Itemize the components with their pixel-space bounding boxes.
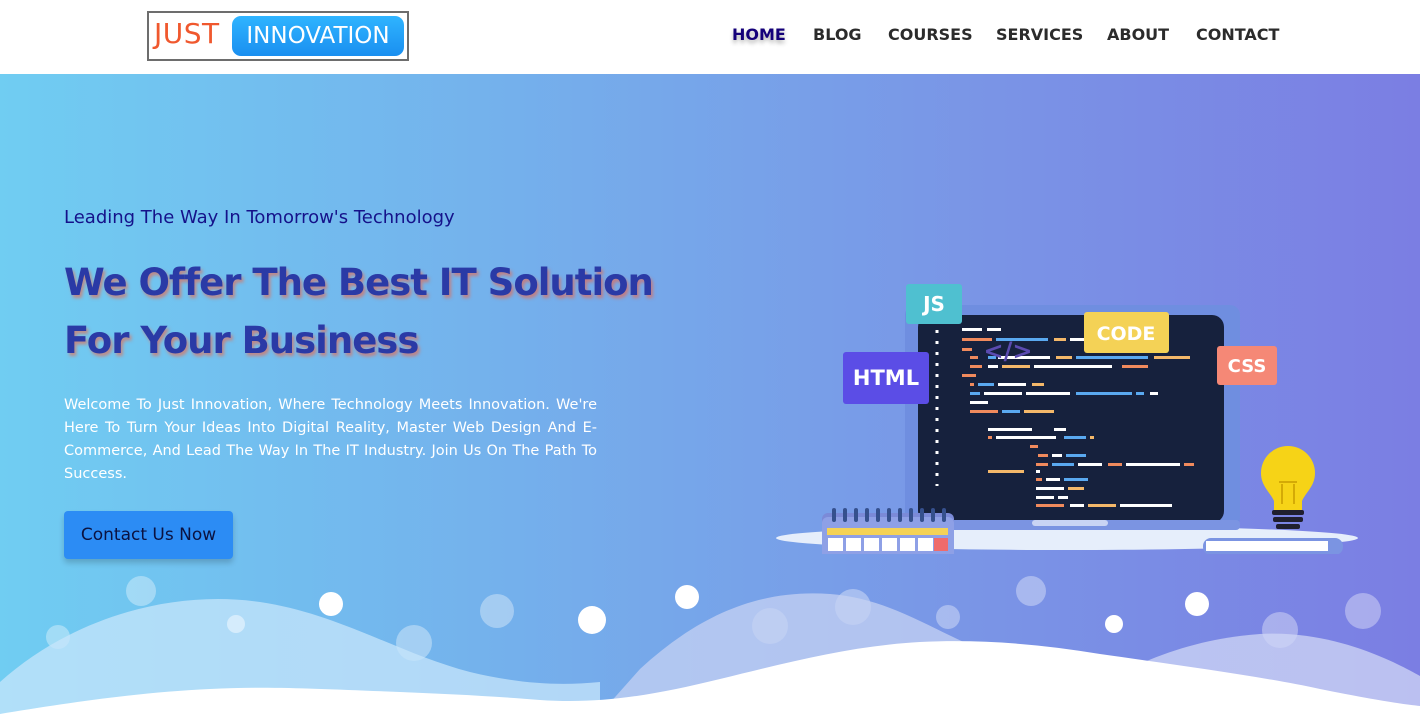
code-tag: CODE [1084,312,1169,353]
code-symbol-text: </> [984,337,1033,365]
logo-innovation-text: INNOVATION [246,23,390,49]
hero-headline: We Offer The Best IT Solution For Your B… [64,254,684,370]
coding-illustration: JS HTML </> CODE CSS [776,284,1358,554]
nav-blog[interactable]: BLOG [813,25,862,44]
hero-headline-line1: We Offer The Best IT Solution [64,261,654,304]
hero-eyebrow: Leading The Way In Tomorrow's Technology [64,207,455,228]
nav-about[interactable]: ABOUT [1107,25,1169,44]
calendar-icon [822,508,954,554]
nav-services[interactable]: SERVICES [996,25,1083,44]
css-tag: CSS [1217,346,1277,385]
js-tag-label: JS [921,292,945,316]
nav-courses[interactable]: COURSES [888,25,973,44]
laptop-notch [1032,520,1108,526]
hero-waves-decoration [0,576,1420,714]
css-tag-label: CSS [1228,356,1267,377]
hero-description: Welcome To Just Innovation, Where Techno… [64,397,597,482]
js-tag: JS [906,284,962,324]
site-logo[interactable]: JUST INNOVATION [147,11,409,61]
nav-contact[interactable]: CONTACT [1196,25,1279,44]
laptop-screen [918,315,1224,523]
html-tag-label: HTML [853,366,919,390]
html-tag: HTML [843,352,929,404]
lightbulb-icon [1261,446,1315,529]
nav-home[interactable]: HOME [732,25,786,44]
hero-headline-line2: For Your Business [64,319,419,362]
code-tag-label: CODE [1097,323,1156,345]
site-header: JUST INNOVATION HOME BLOG COURSES SERVIC… [0,0,1420,74]
logo-just-text: JUST [154,17,220,50]
hero-section: Leading The Way In Tomorrow's Technology… [0,74,1420,714]
contact-us-button[interactable]: Contact Us Now [64,511,233,559]
logo-innovation-pill: INNOVATION [232,16,404,56]
